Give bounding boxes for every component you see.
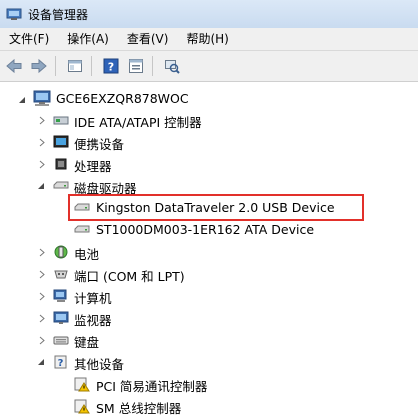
toolbar: ?	[0, 51, 418, 82]
tree-item-label[interactable]: 电池	[74, 244, 99, 263]
disk-drive-icon	[53, 181, 69, 189]
expand-arrow-icon[interactable]	[38, 115, 46, 125]
collapse-arrow-icon[interactable]	[18, 95, 26, 105]
device-label[interactable]: SM 总线控制器	[96, 398, 181, 417]
computer-name[interactable]: GCE6EXZQR878WOC	[56, 91, 189, 106]
properties-icon	[129, 59, 143, 73]
window-title: 设备管理器	[28, 7, 89, 22]
menu-view[interactable]: 查看(V)	[118, 28, 178, 50]
expand-arrow-icon[interactable]	[38, 335, 46, 345]
tree-item-label[interactable]: IDE ATA/ATAPI 控制器	[74, 112, 202, 131]
tree-item-label[interactable]: 监视器	[74, 310, 112, 329]
menu-bar: 文件(F) 操作(A) 查看(V) 帮助(H)	[0, 28, 418, 51]
tree-item-label[interactable]: 便携设备	[74, 134, 124, 153]
warning-device-icon	[74, 399, 90, 414]
tree-item-label[interactable]: 端口 (COM 和 LPT)	[74, 266, 185, 285]
disk-drive-icon	[74, 225, 90, 233]
toolbar-separator	[55, 56, 56, 76]
tree-item-label[interactable]: 计算机	[74, 288, 112, 307]
title-bar: 设备管理器	[0, 0, 418, 28]
monitor-icon	[53, 311, 69, 324]
tree-item-label[interactable]: 处理器	[74, 156, 112, 175]
battery-icon	[54, 245, 68, 259]
collapse-arrow-icon[interactable]	[37, 181, 45, 191]
expand-arrow-icon[interactable]	[38, 137, 46, 147]
forward-button[interactable]	[28, 55, 50, 77]
menu-help[interactable]: 帮助(H)	[177, 28, 237, 50]
computer-icon	[53, 289, 67, 302]
portable-device-icon	[53, 135, 69, 148]
toolbar-separator	[91, 56, 92, 76]
tree-item-label[interactable]: 其他设备	[74, 354, 124, 373]
expand-arrow-icon[interactable]	[38, 159, 46, 169]
collapse-arrow-icon[interactable]	[37, 357, 45, 367]
keyboard-icon	[53, 336, 69, 345]
back-icon	[6, 58, 22, 74]
device-label[interactable]: PCI 简易通讯控制器	[96, 376, 207, 395]
expand-arrow-icon[interactable]	[38, 291, 46, 301]
warning-device-icon	[74, 377, 90, 392]
show-hide-console-button[interactable]	[64, 55, 86, 77]
expand-arrow-icon[interactable]	[38, 247, 46, 257]
computer-root-icon	[33, 90, 51, 106]
properties-button[interactable]	[125, 55, 147, 77]
tree-item-label[interactable]: 键盘	[74, 332, 99, 351]
expand-arrow-icon[interactable]	[38, 313, 46, 323]
back-button[interactable]	[3, 55, 25, 77]
scan-hardware-button[interactable]	[161, 55, 183, 77]
toolbar-separator	[152, 56, 153, 76]
expand-arrow-icon[interactable]	[38, 269, 46, 279]
forward-icon	[31, 58, 47, 74]
menu-file[interactable]: 文件(F)	[0, 28, 58, 50]
ide-controller-icon	[53, 116, 69, 125]
device-manager-icon	[6, 8, 22, 20]
svg-text:?: ?	[108, 61, 114, 74]
menu-action[interactable]: 操作(A)	[58, 28, 118, 50]
highlight-box	[68, 194, 364, 221]
device-tree: GCE6EXZQR878WOC IDE ATA/ATAPI 控制器 便携设备 处…	[0, 82, 418, 416]
show-hide-console-icon	[68, 60, 82, 72]
help-button[interactable]: ?	[100, 55, 122, 77]
processor-icon	[55, 158, 67, 170]
scan-hardware-icon	[165, 60, 180, 74]
help-icon: ?	[103, 58, 119, 74]
port-icon	[54, 270, 68, 279]
svg-text:?: ?	[58, 358, 64, 369]
device-label[interactable]: ST1000DM003-1ER162 ATA Device	[96, 222, 314, 237]
other-devices-icon: ?	[54, 355, 67, 369]
